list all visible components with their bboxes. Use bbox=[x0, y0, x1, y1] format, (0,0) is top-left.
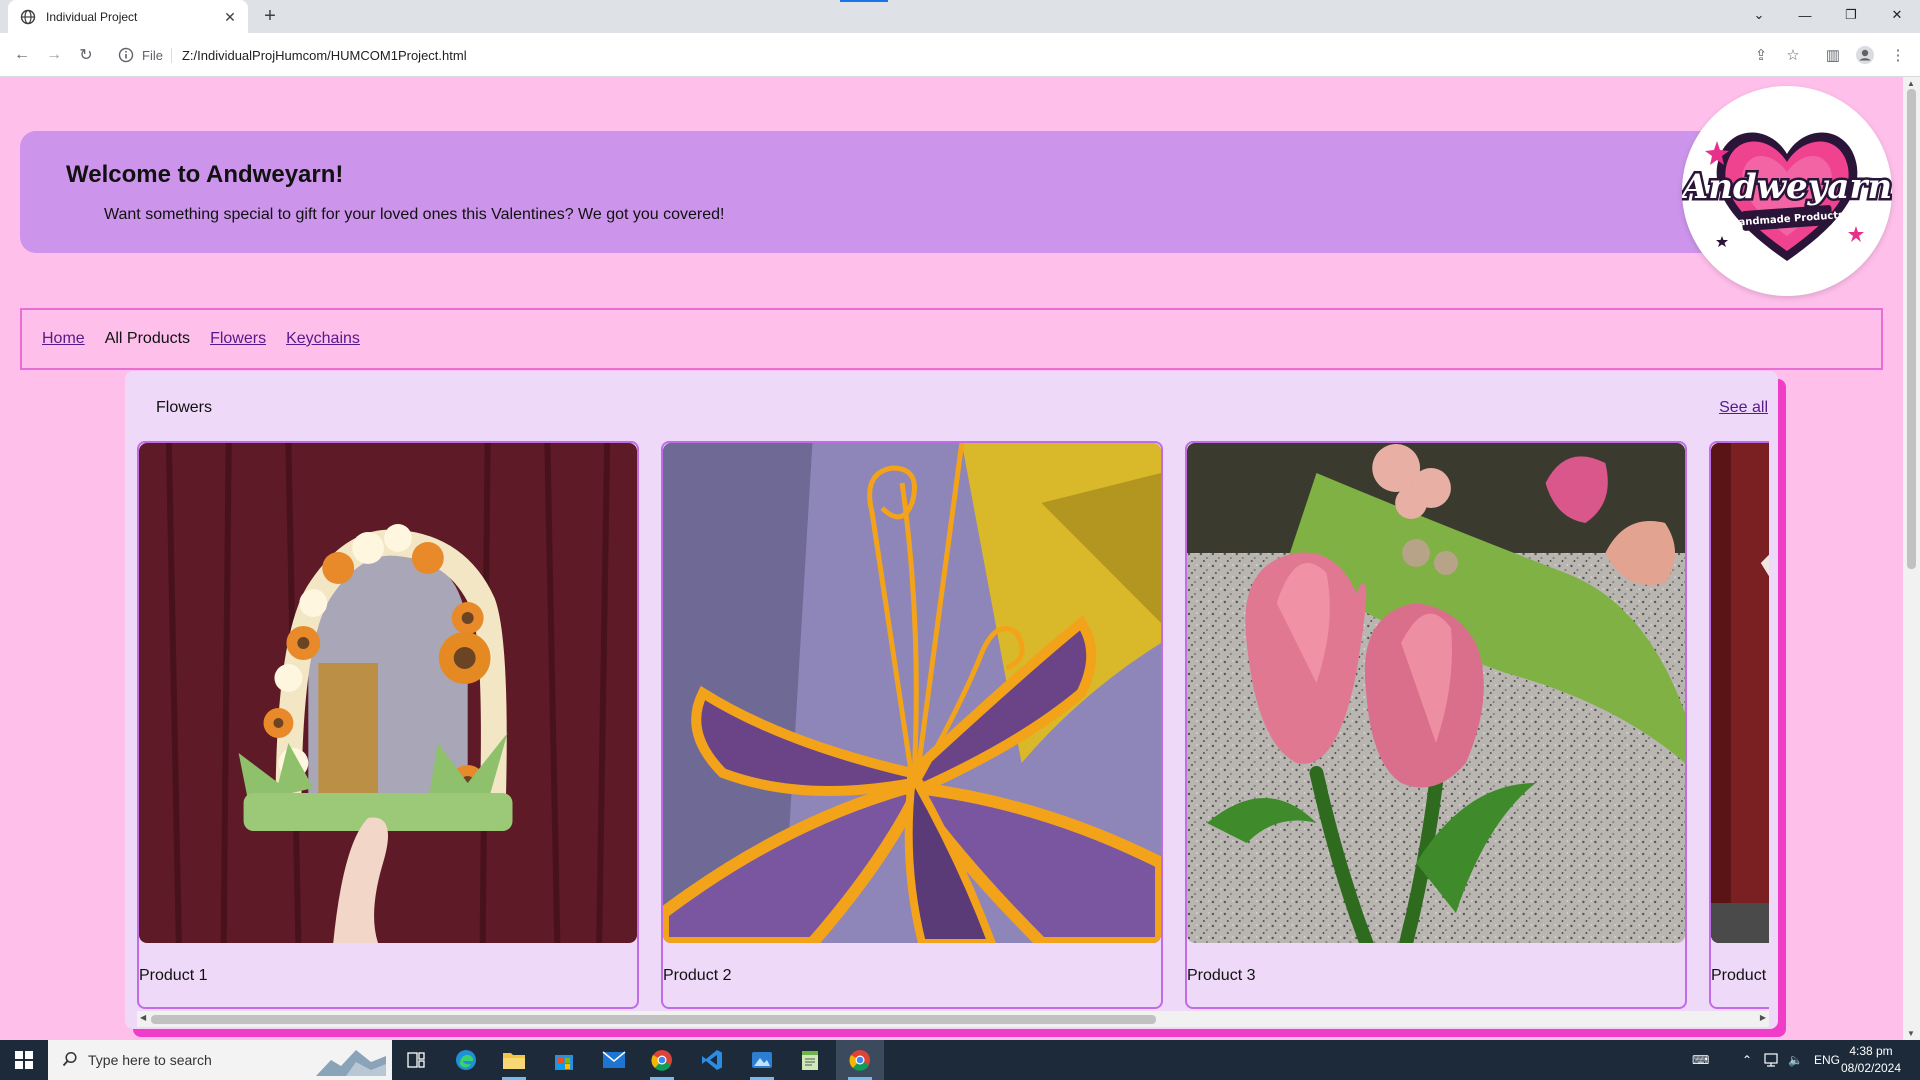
info-icon[interactable] bbox=[118, 47, 134, 63]
tab-drag-indicator bbox=[840, 0, 888, 2]
product-name: Product 1 bbox=[139, 967, 208, 984]
welcome-banner: Welcome to Andweyarn! Want something spe… bbox=[20, 131, 1740, 253]
address-url[interactable]: Z:/IndividualProjHumcom/HUMCOM1Project.h… bbox=[182, 48, 467, 63]
side-panel-icon[interactable]: ▥ bbox=[1820, 42, 1846, 68]
page-title: Welcome to Andweyarn! bbox=[66, 161, 344, 188]
back-button[interactable]: ← bbox=[8, 41, 36, 69]
chrome-icon[interactable] bbox=[836, 1040, 884, 1080]
product-card[interactable]: Product 3 bbox=[1185, 441, 1687, 1009]
tab-search-chevron-icon[interactable]: ⌄ bbox=[1736, 0, 1782, 30]
brand-logo: Andweyarn Handmade Products bbox=[1676, 86, 1895, 296]
product-card[interactable]: Product bbox=[1709, 441, 1769, 1009]
clock-date: 08/02/2024 bbox=[1840, 1061, 1902, 1075]
share-icon[interactable]: ⇪ bbox=[1748, 42, 1774, 68]
main-nav: Home All Products Flowers Keychains bbox=[20, 308, 1883, 370]
close-tab-icon[interactable]: ✕ bbox=[222, 9, 238, 25]
minimize-button[interactable]: — bbox=[1782, 0, 1828, 30]
page-viewport: Welcome to Andweyarn! Want something spe… bbox=[0, 77, 1903, 1040]
new-tab-button[interactable]: + bbox=[258, 5, 282, 29]
windows-start-icon[interactable] bbox=[0, 1040, 48, 1080]
product-name: Product bbox=[1711, 967, 1767, 984]
microsoft-store-icon[interactable] bbox=[540, 1040, 588, 1080]
scroll-down-arrow-icon[interactable]: ▼ bbox=[1907, 1029, 1915, 1038]
taskbar: Type here to search ⌨ ⌃ 🔈 ENG 4:38 pm 08… bbox=[0, 1040, 1920, 1080]
carousel-scroll-thumb[interactable] bbox=[151, 1015, 1156, 1024]
notepad-icon[interactable] bbox=[786, 1040, 834, 1080]
menu-kebab-icon[interactable]: ⋮ bbox=[1885, 42, 1911, 68]
edge-browser-icon[interactable] bbox=[442, 1040, 490, 1080]
clock-time: 4:38 pm bbox=[1849, 1044, 1893, 1058]
task-view-icon[interactable] bbox=[392, 1040, 440, 1080]
nav-link-all-products[interactable]: All Products bbox=[105, 330, 190, 348]
product-image-purple-lily[interactable] bbox=[663, 443, 1161, 943]
address-bar[interactable]: File Z:/IndividualProjHumcom/HUMCOM1Proj… bbox=[108, 38, 1788, 72]
chrome-alt-icon[interactable] bbox=[638, 1040, 686, 1080]
browser-toolbar: ← → ↻ File Z:/IndividualProjHumcom/HUMCO… bbox=[0, 33, 1920, 77]
nav-link-keychains[interactable]: Keychains bbox=[286, 330, 360, 348]
globe-icon bbox=[20, 9, 36, 25]
product-card[interactable]: Product 2 bbox=[661, 441, 1163, 1009]
logo-brand-text: Andweyarn bbox=[1682, 167, 1892, 207]
carousel-scrollbar[interactable]: ◀ ▶ bbox=[137, 1011, 1769, 1027]
product-image-partial[interactable] bbox=[1711, 443, 1769, 943]
network-icon[interactable] bbox=[1764, 1040, 1780, 1080]
close-window-button[interactable]: ✕ bbox=[1874, 0, 1920, 30]
browser-tab[interactable]: Individual Project ✕ bbox=[8, 0, 248, 33]
tray-chevron-up-icon[interactable]: ⌃ bbox=[1742, 1040, 1752, 1080]
nav-link-home[interactable]: Home bbox=[42, 330, 85, 348]
bookmark-star-icon[interactable]: ☆ bbox=[1780, 42, 1806, 68]
photos-icon[interactable] bbox=[738, 1040, 786, 1080]
mail-icon[interactable] bbox=[590, 1040, 638, 1080]
search-icon bbox=[62, 1051, 78, 1070]
product-image-pink-tulips[interactable] bbox=[1187, 443, 1685, 943]
product-name: Product 3 bbox=[1187, 967, 1256, 984]
product-carousel[interactable]: Product 1 Product 2 Product 3 Product bbox=[137, 441, 1769, 1009]
scroll-up-arrow-icon[interactable]: ▲ bbox=[1907, 79, 1915, 88]
reload-button[interactable]: ↻ bbox=[72, 41, 100, 69]
vscode-icon[interactable] bbox=[688, 1040, 736, 1080]
banner-subtext: Want something special to gift for your … bbox=[104, 206, 725, 223]
search-highlight-icon bbox=[316, 1042, 386, 1079]
search-placeholder: Type here to search bbox=[88, 1052, 212, 1068]
address-scheme: File bbox=[142, 47, 172, 63]
tab-strip: Individual Project ✕ + ⌄ — ❐ ✕ bbox=[0, 0, 1920, 33]
flowers-section: Flowers See all Product 1 Product 2 Prod… bbox=[125, 371, 1778, 1029]
product-card[interactable]: Product 1 bbox=[137, 441, 639, 1009]
scroll-left-arrow-icon[interactable]: ◀ bbox=[140, 1013, 146, 1022]
volume-icon[interactable]: 🔈 bbox=[1788, 1040, 1803, 1080]
tab-title: Individual Project bbox=[46, 9, 138, 24]
forward-button[interactable]: → bbox=[40, 41, 68, 69]
taskbar-search-box[interactable]: Type here to search bbox=[48, 1040, 392, 1080]
product-name: Product 2 bbox=[663, 967, 732, 984]
page-scroll-thumb[interactable] bbox=[1907, 89, 1916, 569]
page-scrollbar[interactable]: ▲ ▼ bbox=[1903, 77, 1920, 1040]
section-title: Flowers bbox=[156, 399, 213, 416]
file-explorer-icon[interactable] bbox=[490, 1040, 538, 1080]
scroll-right-arrow-icon[interactable]: ▶ bbox=[1760, 1013, 1766, 1022]
nav-link-flowers[interactable]: Flowers bbox=[210, 330, 266, 348]
system-clock[interactable]: 4:38 pm 08/02/2024 bbox=[1836, 1043, 1906, 1077]
profile-avatar-icon[interactable] bbox=[1852, 42, 1878, 68]
product-image-flower-mirror[interactable] bbox=[139, 443, 637, 943]
keyboard-icon[interactable]: ⌨ bbox=[1692, 1040, 1709, 1080]
see-all-link[interactable]: See all bbox=[1719, 399, 1768, 417]
restore-button[interactable]: ❐ bbox=[1828, 0, 1874, 30]
